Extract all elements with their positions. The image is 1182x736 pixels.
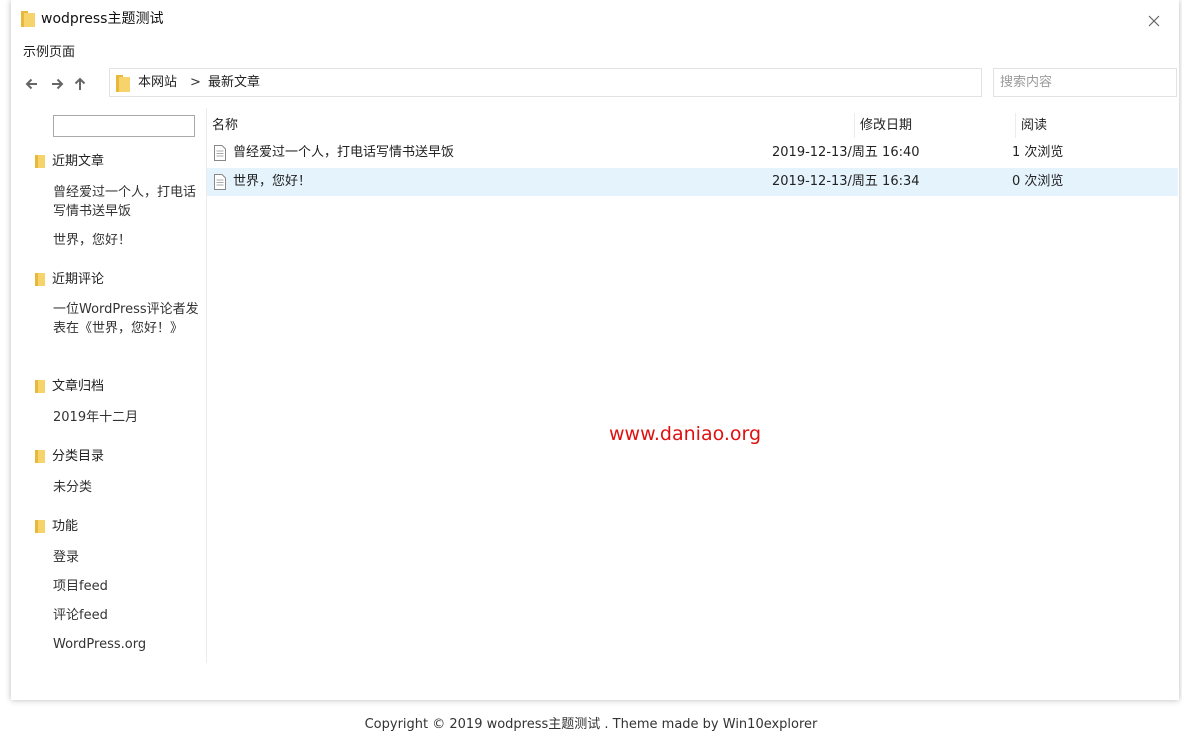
sidebar-link-comment[interactable]: 一位WordPress评论者发表在《世界，您好！》 [53, 300, 203, 338]
column-header-name[interactable]: 名称 [207, 113, 854, 138]
column-header-date[interactable]: 修改日期 [854, 113, 1014, 138]
arrow-right-icon[interactable] [48, 75, 66, 93]
file-date: 2019-12-13/周五 16:34 [772, 174, 920, 189]
sidebar: 近期文章 曾经爱过一个人，打电话写情书送早饭 世界，您好！ 近期评论 一位Wor… [11, 108, 207, 663]
sidebar-link-wordpress-org[interactable]: WordPress.org [53, 635, 203, 654]
file-date: 2019-12-13/周五 16:40 [772, 145, 920, 160]
watermark-text: www.daniao.org [609, 423, 762, 445]
sidebar-heading-label: 近期文章 [52, 154, 105, 169]
folder-icon [35, 155, 45, 168]
navigation-bar: 本网站 > 最新文章 [11, 68, 1179, 100]
menu-item-sample-page[interactable]: 示例页面 [23, 45, 75, 61]
sidebar-link-category[interactable]: 未分类 [53, 478, 203, 497]
file-name: 曾经爱过一个人，打电话写情书送早饭 [233, 145, 455, 160]
sidebar-link-comments-feed[interactable]: 评论feed [53, 606, 203, 625]
close-icon[interactable] [1147, 14, 1161, 28]
document-icon [214, 174, 226, 190]
file-name: 世界，您好！ [233, 174, 312, 189]
file-views: 0 次浏览 [1012, 174, 1064, 189]
sidebar-link-archive[interactable]: 2019年十二月 [53, 408, 203, 427]
folder-icon [35, 520, 45, 533]
sidebar-heading-label: 分类目录 [52, 449, 105, 464]
window-title: wodpress主题测试 [41, 11, 164, 27]
file-row[interactable]: 曾经爱过一个人，打电话写情书送早饭 2019-12-13/周五 16:40 1 … [207, 139, 1178, 167]
address-bar[interactable]: 本网站 > 最新文章 [109, 68, 982, 97]
folder-icon [116, 75, 130, 92]
file-row[interactable]: 世界，您好！ 2019-12-13/周五 16:34 0 次浏览 [207, 168, 1178, 196]
title-bar: wodpress主题测试 [11, 0, 1179, 40]
folder-icon [35, 450, 45, 463]
folder-icon [35, 273, 45, 286]
arrow-left-icon[interactable] [23, 75, 41, 93]
sidebar-link-login[interactable]: 登录 [53, 548, 203, 567]
sidebar-heading-label: 功能 [52, 519, 79, 534]
sidebar-heading-label: 近期评论 [52, 272, 105, 287]
file-views: 1 次浏览 [1012, 145, 1064, 160]
sidebar-search-input[interactable] [53, 115, 195, 137]
search-input[interactable] [993, 68, 1177, 97]
sidebar-heading-label: 文章归档 [52, 379, 105, 394]
folder-icon [21, 11, 35, 27]
column-header-views[interactable]: 阅读 [1015, 113, 1178, 138]
breadcrumb-current[interactable]: 最新文章 [208, 75, 260, 91]
sidebar-link-post[interactable]: 曾经爱过一个人，打电话写情书送早饭 [53, 183, 203, 221]
document-icon [214, 145, 226, 161]
file-list: 名称 修改日期 阅读 曾经爱过一个人，打电话写情书送早饭 2019-12-13/… [207, 108, 1179, 663]
folder-icon [35, 380, 45, 393]
breadcrumb-root[interactable]: 本网站 [138, 75, 177, 91]
explorer-window: wodpress主题测试 示例页面 本网站 > 最新文章 搜索内容 近期文章 曾… [11, 0, 1179, 700]
breadcrumb-separator: > [190, 75, 201, 90]
footer-copyright: Copyright © 2019 wodpress主题测试 . Theme ma… [364, 717, 818, 732]
arrow-up-icon[interactable] [71, 75, 89, 93]
sidebar-link-entries-feed[interactable]: 项目feed [53, 577, 203, 596]
sidebar-link-post[interactable]: 世界，您好！ [53, 231, 203, 250]
